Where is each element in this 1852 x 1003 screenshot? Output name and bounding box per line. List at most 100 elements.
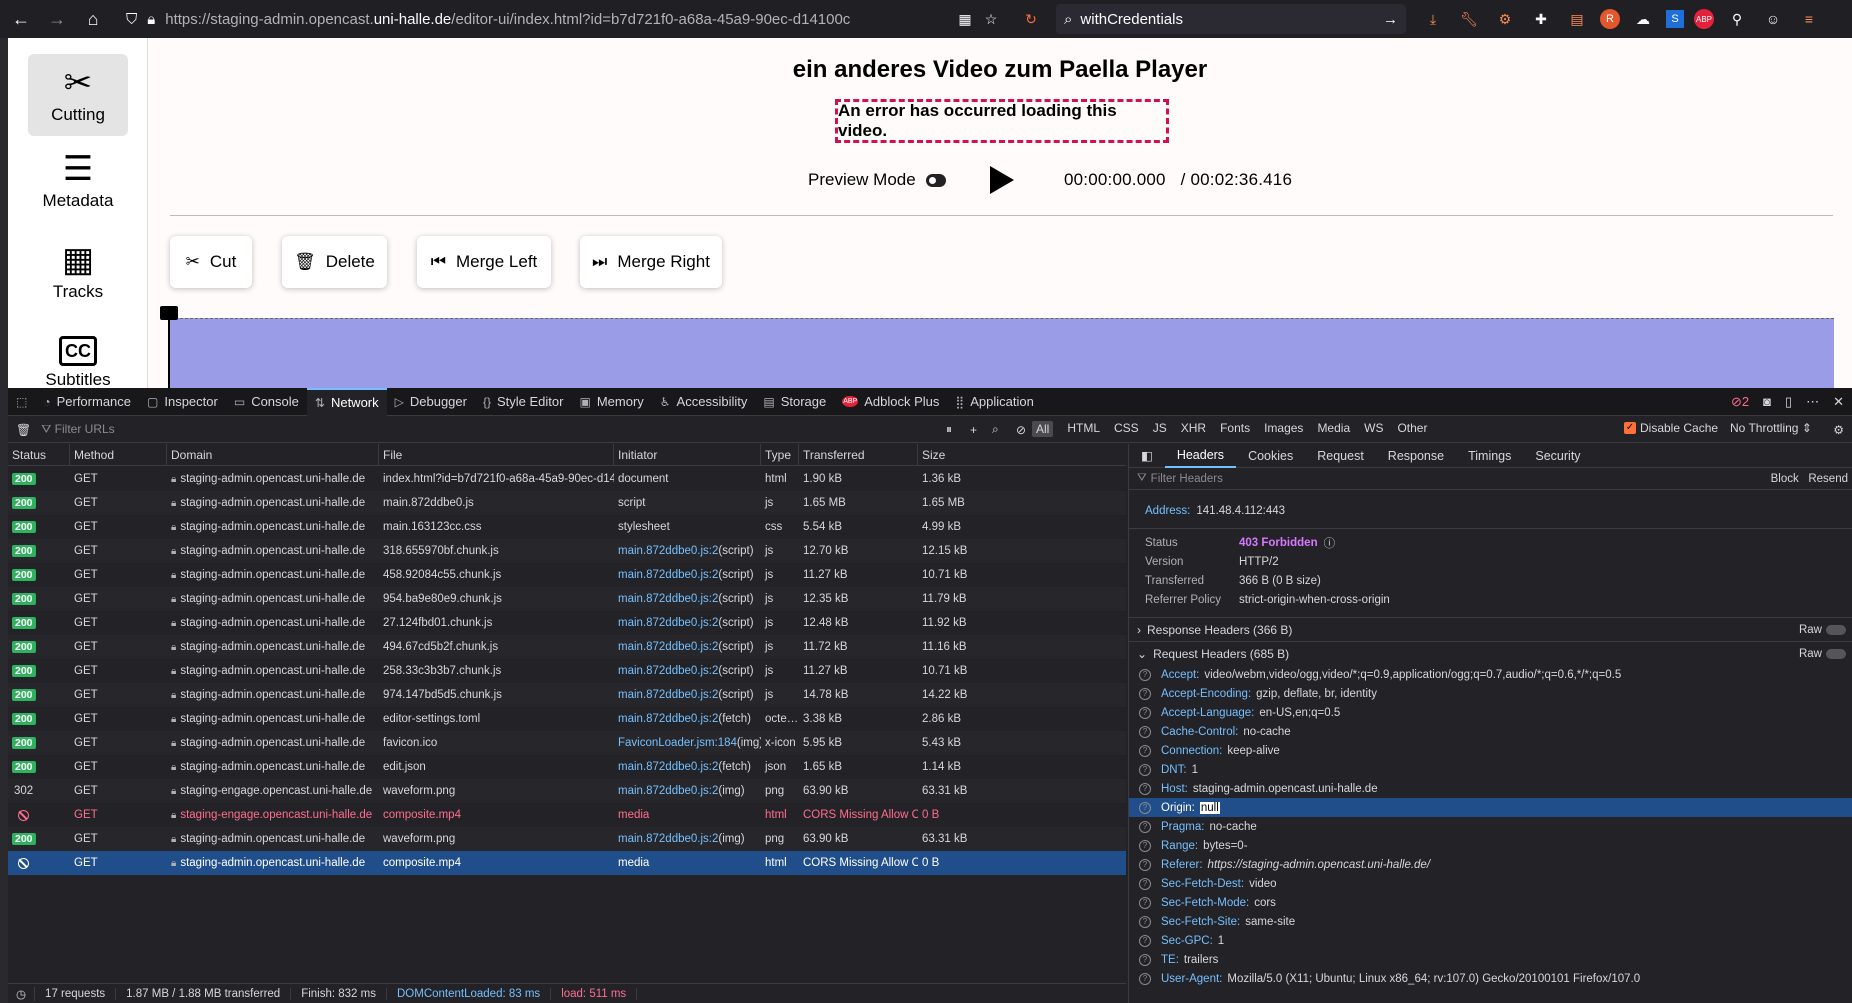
filter-all[interactable]: All — [1032, 421, 1054, 437]
initiator-link[interactable]: main.872ddbe0.js:2 — [618, 593, 718, 605]
request-header-row[interactable]: ? Sec-GPC: 1 — [1129, 931, 1852, 950]
table-row[interactable]: GET 🔒︎ staging-engage.opencast.uni-halle.d… — [8, 803, 1126, 827]
cloud-icon[interactable]: ☁ — [1630, 6, 1656, 32]
filter-headers-input[interactable]: ⛛ Filter Headers Block Resend — [1129, 468, 1852, 490]
settings-gear-icon[interactable]: ⚙ — [1833, 423, 1844, 437]
play-icon[interactable] — [990, 166, 1014, 194]
toggle-switch-icon[interactable] — [925, 173, 946, 187]
tab-response[interactable]: Response — [1376, 444, 1456, 468]
help-icon[interactable]: ? — [1139, 915, 1151, 928]
go-arrow-icon[interactable]: → — [1383, 11, 1398, 28]
tab-style-editor[interactable]: {} Style Editor — [475, 388, 572, 416]
help-icon[interactable]: ? — [1139, 839, 1151, 852]
gear-icon[interactable]: ⚙ — [1492, 6, 1518, 32]
extensions-icon[interactable]: ✚ — [1528, 6, 1554, 32]
table-row[interactable]: 302 GET 🔒︎ staging-engage.opencast.uni-hall… — [8, 779, 1126, 803]
error-count-badge[interactable]: ⊘2 — [1731, 394, 1749, 410]
help-icon[interactable]: ? — [1139, 782, 1151, 795]
help-icon[interactable]: ? — [1139, 706, 1151, 719]
table-row[interactable]: 200 GET 🔒︎ staging-admin.opencast.uni-halle… — [8, 755, 1126, 779]
tab-cookies[interactable]: Cookies — [1236, 444, 1305, 468]
column-header[interactable]: Type — [761, 444, 799, 465]
request-header-row[interactable]: ? Sec-Fetch-Dest: video — [1129, 874, 1852, 893]
column-header[interactable]: Initiator — [614, 444, 761, 465]
screenshot-icon[interactable]: ◙ — [1763, 394, 1771, 410]
initiator-link[interactable]: main.872ddbe0.js:2 — [618, 545, 718, 557]
table-row[interactable]: 200 GET 🔒︎ staging-admin.opencast.uni-halle… — [8, 563, 1126, 587]
pause-icon[interactable]: ⏸︎ — [946, 422, 952, 437]
filter-urls-input[interactable]: ⛛ Filter URLs — [41, 422, 114, 437]
request-header-row[interactable]: ? Origin: null — [1129, 798, 1852, 817]
tab-inspector[interactable]: ▢ Inspector — [139, 388, 226, 416]
close-icon[interactable]: ✕ — [1833, 394, 1844, 410]
column-header[interactable]: File — [379, 444, 614, 465]
qr-code-icon[interactable]: ▦ — [952, 6, 978, 32]
merge-right-button[interactable]: ⏭︎ Merge Right — [580, 236, 722, 288]
table-row[interactable]: 200 GET 🔒︎ staging-admin.opencast.uni-halle… — [8, 707, 1126, 731]
filter-js[interactable]: JS — [1153, 421, 1167, 437]
timeline-segment[interactable] — [170, 318, 1834, 388]
merge-left-button[interactable]: ⏮︎ Merge Left — [417, 236, 551, 288]
table-row[interactable]: 200 GET 🔒︎ staging-admin.opencast.uni-halle… — [8, 539, 1126, 563]
table-row[interactable]: 200 GET 🔒︎ staging-admin.opencast.uni-halle… — [8, 683, 1126, 707]
help-icon[interactable]: ? — [1139, 687, 1151, 700]
dock-icon[interactable]: ▯ — [1785, 394, 1792, 410]
initiator-link[interactable]: main.872ddbe0.js:2 — [618, 785, 718, 797]
wrench-icon[interactable]: 🔧︎ — [1456, 6, 1482, 32]
column-header[interactable]: Status — [8, 444, 70, 465]
filter-other[interactable]: Other — [1397, 421, 1427, 437]
block-button[interactable]: Block — [1771, 473, 1799, 485]
initiator-link[interactable]: FaviconLoader.jsm:184 — [618, 737, 737, 749]
table-row[interactable]: 200 GET 🔒︎ staging-admin.opencast.uni-halle… — [8, 587, 1126, 611]
table-row[interactable]: 200 GET 🔒︎ staging-admin.opencast.uni-halle… — [8, 659, 1126, 683]
initiator-link[interactable]: main.872ddbe0.js:2 — [618, 617, 718, 629]
sidebar-item-cutting[interactable]: ✂ Cutting — [28, 54, 128, 136]
request-headers-section[interactable]: ⌄ Request Headers (685 B) Raw — [1129, 641, 1852, 665]
request-header-row[interactable]: ? Range: bytes=0- — [1129, 836, 1852, 855]
throttling-select[interactable]: No Throttling ⇕ — [1730, 421, 1812, 435]
filter-ws[interactable]: WS — [1364, 421, 1383, 437]
filter-css[interactable]: CSS — [1114, 421, 1139, 437]
column-header[interactable]: Transferred — [799, 444, 918, 465]
url-bar[interactable]: ⛉ 🔒︎ https://staging-admin.opencast. uni-… — [126, 4, 1056, 34]
trash-icon[interactable]: 🗑︎ — [16, 423, 31, 437]
sidebar-item-tracks[interactable]: ▦ Tracks — [28, 231, 128, 313]
preview-mode-toggle[interactable]: Preview Mode — [808, 170, 946, 190]
tab-memory[interactable]: ▣ Memory — [571, 388, 651, 416]
sidebar-item-metadata[interactable]: ☰ Metadata — [28, 140, 128, 222]
download-icon[interactable]: ⤓ — [1420, 6, 1446, 32]
request-header-row[interactable]: ? Host: staging-admin.opencast.uni-halle.d… — [1129, 779, 1852, 798]
reload-icon[interactable]: ↻ — [1018, 6, 1044, 32]
request-header-row[interactable]: ? Cache-Control: no-cache — [1129, 722, 1852, 741]
initiator-link[interactable]: main.872ddbe0.js:2 — [618, 569, 718, 581]
help-icon[interactable]: ? — [1139, 934, 1151, 947]
filter-images[interactable]: Images — [1264, 421, 1303, 437]
column-header[interactable]: Size — [918, 444, 1126, 465]
puzzle-icon[interactable]: ⚲ — [1724, 6, 1750, 32]
help-icon[interactable]: ? — [1139, 858, 1151, 871]
request-header-row[interactable]: ? Sec-Fetch-Site: same-site — [1129, 912, 1852, 931]
s-extension-icon[interactable]: S — [1666, 10, 1684, 28]
home-icon[interactable]: ⌂ — [78, 4, 108, 34]
adblock-icon[interactable]: ABP — [1694, 9, 1714, 29]
filter-media[interactable]: Media — [1317, 421, 1350, 437]
initiator-link[interactable]: main.872ddbe0.js:2 — [618, 713, 718, 725]
table-row[interactable]: 200 GET 🔒︎ staging-admin.opencast.uni-halle… — [8, 731, 1126, 755]
help-icon[interactable]: ? — [1139, 763, 1151, 776]
table-row[interactable]: 200 GET 🔒︎ staging-admin.opencast.uni-halle… — [8, 827, 1126, 851]
tab-timings[interactable]: Timings — [1456, 444, 1523, 468]
plus-icon[interactable]: + — [970, 423, 977, 437]
raw-toggle[interactable] — [1826, 625, 1846, 635]
help-icon[interactable]: ? — [1139, 972, 1151, 985]
request-header-row[interactable]: ? TE: trailers — [1129, 950, 1852, 969]
request-header-row[interactable]: ? DNT: 1 — [1129, 760, 1852, 779]
filter-xhr[interactable]: XHR — [1181, 421, 1206, 437]
request-header-row[interactable]: ? Referer: https://staging-admin.opencast.… — [1129, 855, 1852, 874]
tab-adblock-plus[interactable]: ABP Adblock Plus — [834, 388, 947, 416]
tab-performance[interactable]: ◔ Performance — [35, 388, 139, 416]
tab-headers[interactable]: Headers — [1164, 444, 1237, 468]
back-arrow-icon[interactable]: ← — [6, 4, 36, 34]
help-icon[interactable]: ? — [1139, 896, 1151, 909]
request-header-row[interactable]: ? Accept-Language: en-US,en;q=0.5 — [1129, 703, 1852, 722]
r-extension-icon[interactable]: R — [1600, 9, 1620, 29]
